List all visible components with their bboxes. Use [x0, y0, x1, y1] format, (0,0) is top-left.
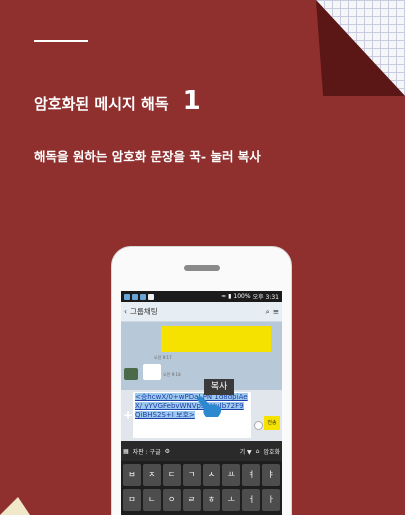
search-icon[interactable]: ⌕ [266, 307, 270, 317]
pointing-hand-icon [197, 396, 222, 417]
accent-line [34, 40, 88, 42]
key[interactable]: ㅓ [242, 489, 261, 511]
message-list: 오전 9:17 오전 9:18 [121, 322, 282, 390]
keyboard: ㅂ ㅈ ㄷ ㄱ ㅅ ㅛ ㅕ ㅑ ㅁ ㄴ ㅇ ㄹ ㅎ ㅗ ㅓ ㅏ [121, 461, 282, 515]
encrypt-button[interactable]: 암호화 [263, 447, 280, 456]
key[interactable]: ㅛ [222, 464, 241, 486]
key[interactable]: ㅑ [262, 464, 280, 486]
message-bubble[interactable] [143, 364, 161, 380]
paper-scrap [0, 497, 30, 515]
key[interactable]: ㅂ [123, 464, 141, 486]
key[interactable]: ㄷ [162, 464, 181, 486]
keyboard-toolbar-option[interactable]: 기 ▼ [240, 447, 252, 456]
message-icon [132, 293, 138, 300]
plus-icon[interactable]: + [123, 408, 133, 422]
chat-header: ‹ 그룹채팅 ⌕ ≡ [121, 302, 282, 322]
key[interactable]: ㅅ [202, 464, 221, 486]
app-icon [140, 293, 146, 300]
avatar[interactable] [124, 368, 138, 380]
key[interactable]: ㅇ [162, 489, 181, 511]
instruction-subtitle: 해독을 원하는 암호화 문장을 꾹- 눌러 복사 [34, 149, 261, 164]
lock-icon[interactable]: ⌂ [256, 448, 260, 455]
emoji-icon[interactable] [254, 421, 263, 430]
clock: 오후 3:31 [252, 294, 279, 301]
section-heading: 암호화된 메시지 해독 1 [34, 86, 201, 116]
phone-speaker [184, 265, 220, 271]
heading-number: 1 [182, 86, 201, 116]
keyboard-row: ㅂ ㅈ ㄷ ㄱ ㅅ ㅛ ㅕ ㅑ [123, 464, 280, 486]
selected-encrypted-text[interactable]: <승hcwX/0+wPDaI PN 1d8dpiAeX/ yYVGFebvWNV… [135, 393, 248, 419]
notification-icon [124, 293, 130, 300]
key[interactable]: ㅎ [202, 489, 221, 511]
message-input[interactable]: <승hcwX/0+wPDaI PN 1d8dpiAeX/ yYVGFebvWNV… [133, 392, 251, 438]
chat-title: 그룹채팅 [130, 307, 158, 316]
key[interactable]: ㅏ [262, 489, 280, 511]
key[interactable]: ㅈ [142, 464, 161, 486]
key[interactable]: ㄱ [182, 464, 201, 486]
mail-icon [148, 293, 154, 300]
key[interactable]: ㅗ [222, 489, 241, 511]
signal-icon: ▮ [228, 293, 232, 300]
menu-icon[interactable]: ≡ [273, 307, 279, 316]
phone-mockup: ≈ ▮ 100% 오후 3:31 ‹ 그룹채팅 ⌕ ≡ 오전 9:17 오전 9… [111, 246, 292, 515]
key[interactable]: ㅕ [242, 464, 261, 486]
send-button[interactable]: 전송 [264, 416, 280, 430]
key[interactable]: ㅁ [123, 489, 141, 511]
keyboard-row: ㅁ ㄴ ㅇ ㄹ ㅎ ㅗ ㅓ ㅏ [123, 489, 280, 511]
keyboard-layout-label[interactable]: 자판 : 구글 [133, 447, 161, 456]
battery-level: 100% [233, 293, 251, 300]
message-time: 오전 9:17 [154, 355, 172, 360]
keyboard-toolbar: ▦ 자판 : 구글 ⚙ 기 ▼ ⌂ 암호화 [121, 441, 282, 461]
wifi-icon: ≈ [221, 293, 227, 300]
key[interactable]: ㄹ [182, 489, 201, 511]
status-bar: ≈ ▮ 100% 오후 3:31 [121, 291, 282, 302]
gear-icon[interactable]: ⚙ [165, 448, 170, 455]
key[interactable]: ㄴ [142, 489, 161, 511]
message-time: 오전 9:18 [163, 372, 181, 377]
message-bubble-highlighted[interactable] [161, 326, 271, 352]
heading-title: 암호화된 메시지 해독 [34, 95, 169, 113]
keyboard-icon[interactable]: ▦ [123, 448, 129, 455]
back-icon[interactable]: ‹ [124, 307, 127, 316]
